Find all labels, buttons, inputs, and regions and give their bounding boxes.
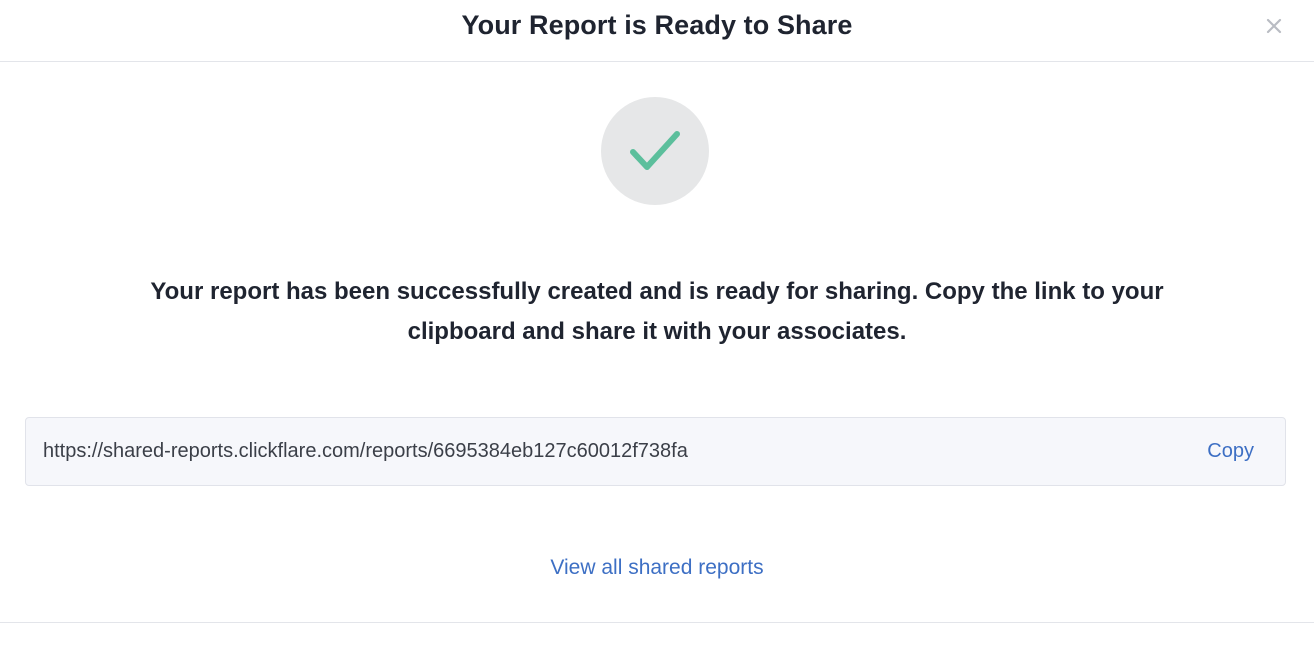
- view-all-shared-reports-container: View all shared reports: [0, 556, 1314, 580]
- success-badge: [601, 97, 709, 205]
- share-report-modal: Your Report is Ready to Share Your repor…: [0, 0, 1314, 648]
- close-button[interactable]: [1262, 14, 1286, 38]
- share-link-box: Copy: [25, 417, 1286, 486]
- close-icon: [1266, 18, 1282, 34]
- modal-header: Your Report is Ready to Share: [0, 0, 1314, 62]
- modal-title: Your Report is Ready to Share: [461, 10, 853, 40]
- view-all-shared-reports-link[interactable]: View all shared reports: [550, 556, 763, 579]
- footer-divider: [0, 622, 1314, 623]
- copy-button[interactable]: Copy: [1207, 440, 1254, 463]
- share-link-field[interactable]: [43, 440, 1043, 463]
- success-message: Your report has been successfully create…: [150, 278, 1164, 345]
- checkmark-icon: [630, 131, 680, 170]
